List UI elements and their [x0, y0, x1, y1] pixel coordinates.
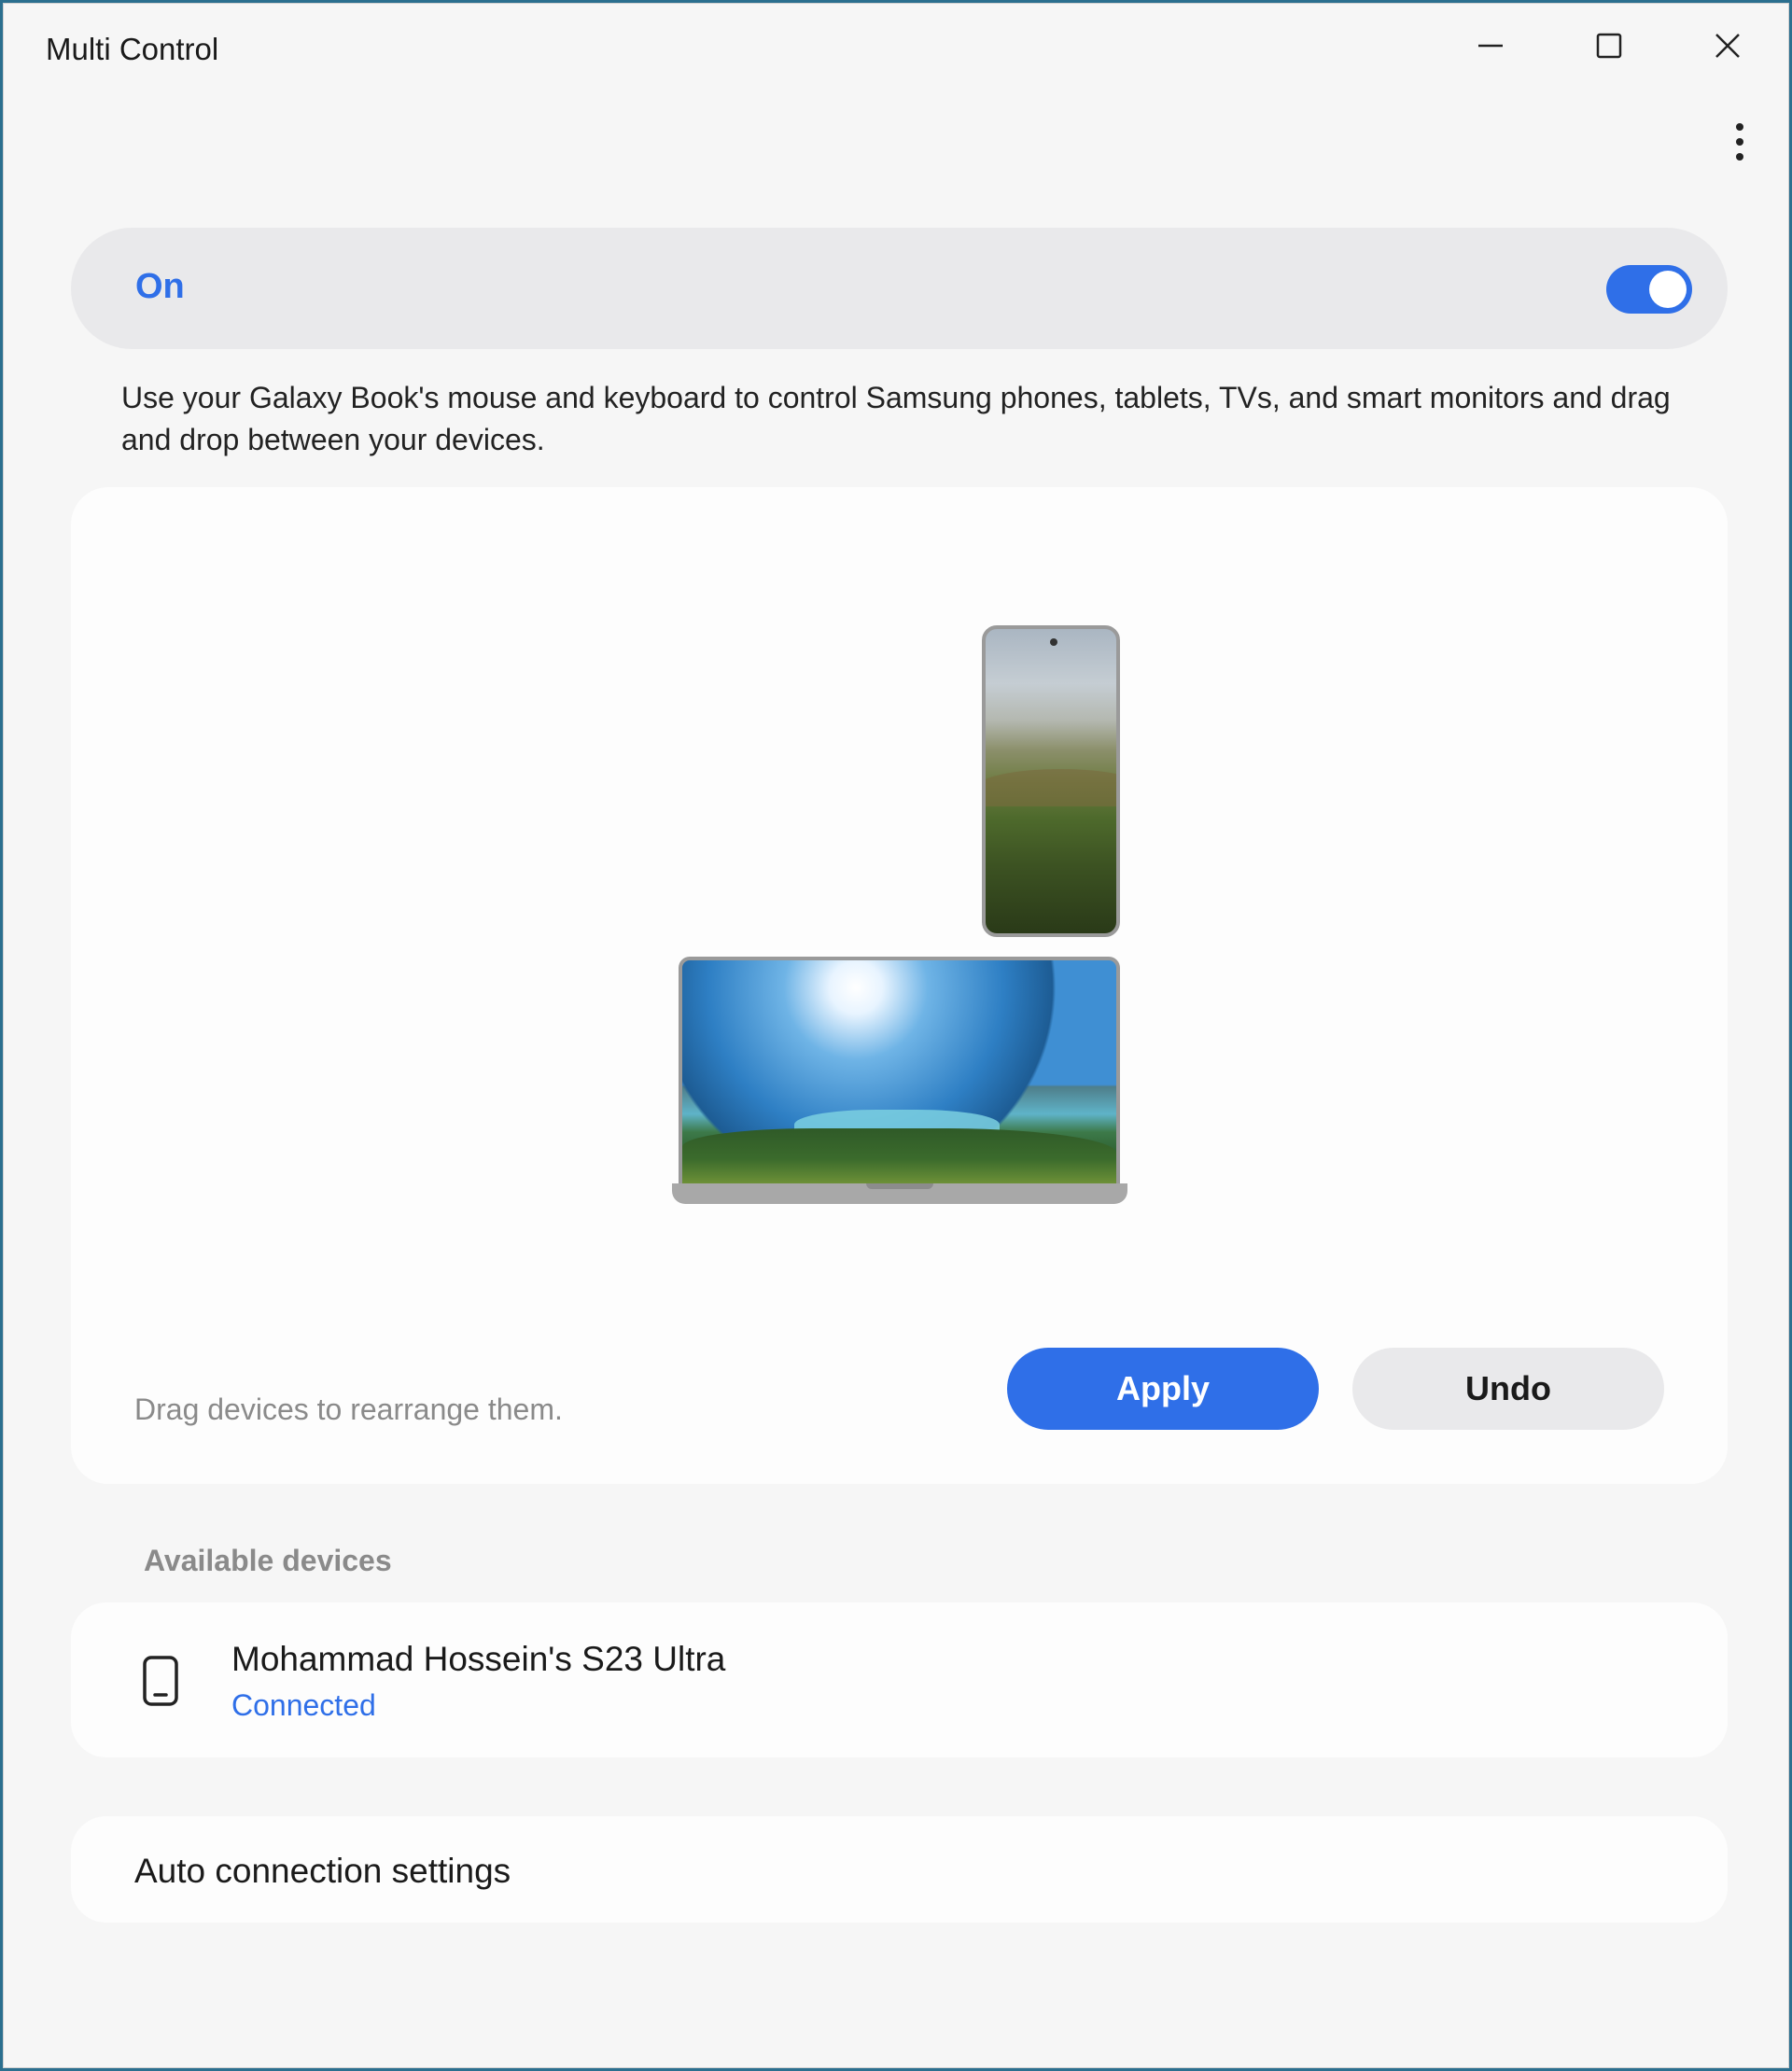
window-title: Multi Control	[46, 32, 219, 66]
more-options-button[interactable]	[1721, 116, 1758, 168]
feature-description: Use your Galaxy Book's mouse and keyboar…	[121, 381, 1671, 456]
auto-connection-settings-item[interactable]: Auto connection settings	[71, 1816, 1728, 1923]
laptop-device-thumbnail[interactable]	[679, 957, 1120, 1186]
switch-knob	[1649, 271, 1687, 308]
more-vertical-icon	[1736, 123, 1743, 131]
title-bar[interactable]: Multi Control	[4, 4, 1788, 93]
drag-hint-text: Drag devices to rearrange them.	[134, 1392, 563, 1426]
device-list-item[interactable]: Mohammad Hossein's S23 Ultra Connected	[71, 1602, 1728, 1757]
minimize-button[interactable]	[1435, 13, 1547, 78]
available-devices-header: Available devices	[144, 1544, 392, 1577]
laptop-base	[672, 1183, 1127, 1204]
minimize-icon	[1478, 44, 1503, 48]
close-icon	[1715, 34, 1740, 58]
close-button[interactable]	[1672, 13, 1784, 78]
toggle-label: On	[135, 267, 185, 306]
maximize-button[interactable]	[1553, 13, 1665, 78]
device-name: Mohammad Hossein's S23 Ultra	[231, 1640, 726, 1678]
auto-connection-settings-label: Auto connection settings	[134, 1852, 511, 1890]
camera-icon	[1050, 638, 1057, 646]
app-window: Multi Control On Use your Galaxy Book's …	[3, 3, 1789, 2068]
device-arrangement-card: Drag devices to rearrange them. Apply Un…	[71, 487, 1728, 1484]
multi-control-switch[interactable]	[1606, 265, 1692, 314]
phone-icon	[143, 1656, 178, 1706]
device-status: Connected	[231, 1688, 376, 1722]
phone-device-thumbnail[interactable]	[982, 625, 1120, 937]
undo-button[interactable]: Undo	[1352, 1348, 1664, 1430]
apply-button[interactable]: Apply	[1007, 1348, 1319, 1430]
maximize-icon	[1596, 33, 1622, 59]
multi-control-toggle-row[interactable]: On	[71, 228, 1728, 349]
